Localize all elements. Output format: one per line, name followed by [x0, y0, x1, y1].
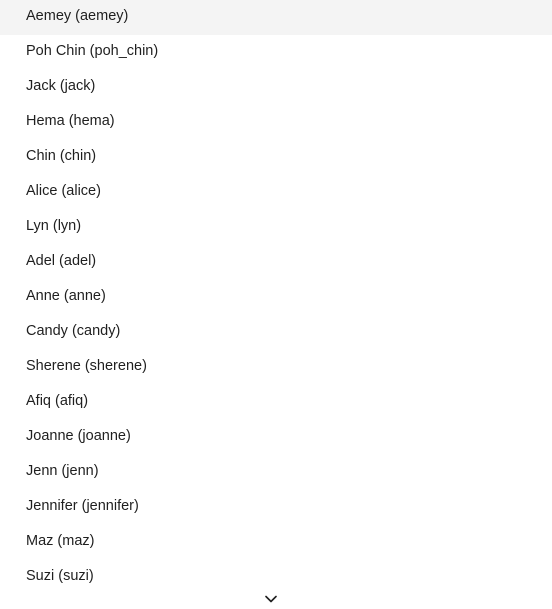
chevron-down-icon	[265, 595, 277, 603]
user-option-lyn[interactable]: Lyn (lyn)	[0, 210, 552, 245]
user-option-alice[interactable]: Alice (alice)	[0, 175, 552, 210]
user-option-maz[interactable]: Maz (maz)	[0, 525, 552, 560]
user-option-anne[interactable]: Anne (anne)	[0, 280, 552, 315]
user-option-chin[interactable]: Chin (chin)	[0, 140, 552, 175]
user-option-jennifer[interactable]: Jennifer (jennifer)	[0, 490, 552, 525]
user-option-poh-chin[interactable]: Poh Chin (poh_chin)	[0, 35, 552, 70]
user-option-adel[interactable]: Adel (adel)	[0, 245, 552, 280]
user-dropdown-list: Aemey (aemey) Poh Chin (poh_chin) Jack (…	[0, 0, 552, 609]
scroll-down-button[interactable]	[259, 589, 283, 609]
user-option-joanne[interactable]: Joanne (joanne)	[0, 420, 552, 455]
user-options-list: Aemey (aemey) Poh Chin (poh_chin) Jack (…	[0, 0, 552, 595]
user-option-sherene[interactable]: Sherene (sherene)	[0, 350, 552, 385]
user-option-afiq[interactable]: Afiq (afiq)	[0, 385, 552, 420]
user-option-aemey[interactable]: Aemey (aemey)	[0, 0, 552, 35]
user-option-hema[interactable]: Hema (hema)	[0, 105, 552, 140]
user-option-jack[interactable]: Jack (jack)	[0, 70, 552, 105]
user-option-jenn[interactable]: Jenn (jenn)	[0, 455, 552, 490]
user-option-candy[interactable]: Candy (candy)	[0, 315, 552, 350]
